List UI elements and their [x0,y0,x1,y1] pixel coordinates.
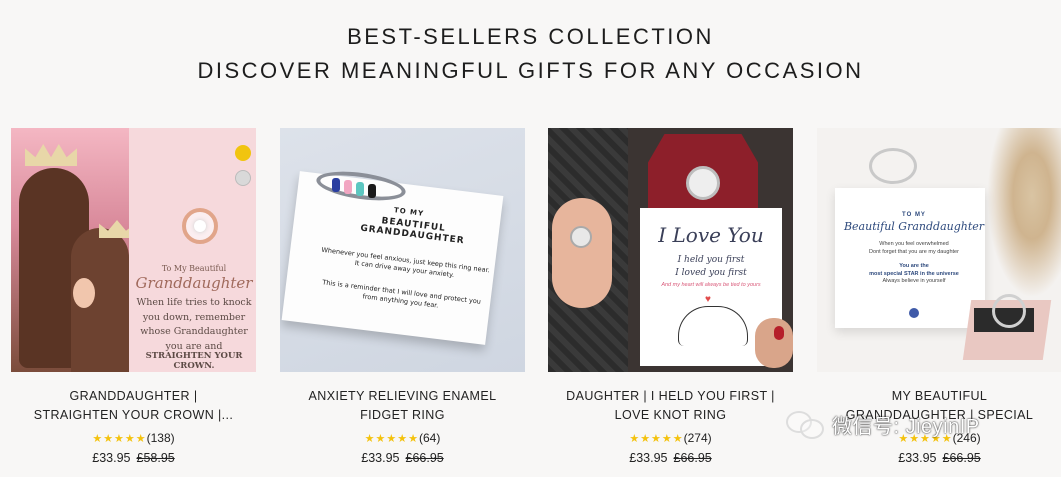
star-rating-icon: ★★★★★ [629,433,684,445]
review-count: (138) [146,431,175,445]
original-price: £66.95 [405,451,444,465]
product-price: £33.95 £66.95 [817,451,1061,465]
watermark-text: 微信号: JieyinIP [832,415,980,438]
original-price: £58.95 [136,451,175,465]
review-count: (274) [683,431,712,445]
pendant-gem [194,220,206,232]
product-card[interactable]: I Love You I held you first I loved you … [548,128,793,465]
image-caption-emphasis: You are the most special STAR in the uni… [869,263,959,277]
color-swatch-gold[interactable] [235,145,251,161]
section-subheading: DISCOVER MEANINGFUL GIFTS FOR ANY OCCASI… [197,58,864,83]
planet-icon [909,308,919,318]
ring-bead [368,184,376,198]
pampas-grass-decoration [987,128,1061,298]
hand-illustration [755,318,793,368]
product-image[interactable]: TO MY Beautiful Granddaughter When you f… [817,128,1061,372]
color-swatch-silver[interactable] [235,170,251,186]
product-price: £33.95 £66.95 [548,451,793,465]
image-caption-body: When you feel overwhelmed Dont forget th… [869,241,959,255]
sale-price: £33.95 [92,451,131,465]
star-rating-icon: ★★★★★ [92,433,147,445]
product-price: £33.95 £66.95 [280,451,525,465]
product-image[interactable]: To My Beautiful Granddaughter When life … [11,128,256,372]
product-rating: ★★★★★(138) [11,431,256,445]
ring-bead [344,180,352,194]
section-heading: BEST-SELLERS COLLECTION [347,24,714,49]
product-rating: ★★★★★(64) [280,431,525,445]
heart-icon: ♥ [705,294,711,305]
image-caption-name: Granddaughter [135,274,253,292]
ring-icon [686,166,720,200]
image-caption-body: When life tries to knock you down, remem… [136,297,252,352]
sale-price: £33.95 [361,451,400,465]
original-price: £66.95 [942,451,981,465]
product-price: £33.95 £58.95 [11,451,256,465]
hand-illustration [552,198,612,308]
image-caption-emphasis: STRAIGHTEN YOUR CROWN. [145,351,243,371]
ring-bead [356,182,364,196]
image-caption-small: And my heart will always be tied to your… [661,282,761,288]
sale-price: £33.95 [629,451,668,465]
original-price: £66.95 [673,451,712,465]
product-title[interactable]: ANXIETY RELIEVING ENAMEL FIDGET RING [280,387,525,425]
image-caption-small: To My Beautiful [161,264,227,273]
image-caption-footer: Always believe in yourself [882,278,946,284]
image-caption-body: I held you first I loved you first [675,255,747,278]
ring-icon [570,226,592,248]
ring-bead [332,178,340,192]
wechat-logo-icon [786,409,826,439]
image-caption-headline: I Love You [658,223,764,247]
product-card[interactable]: TO MY BEAUTIFUL GRANDDAUGHTER Whenever y… [280,128,525,465]
message-card [835,188,985,328]
star-rating-icon: ★★★★★ [364,433,419,445]
illustration-face [73,278,95,308]
review-count: (64) [418,431,441,445]
product-image[interactable]: TO MY BEAUTIFUL GRANDDAUGHTER Whenever y… [280,128,525,372]
product-title[interactable]: DAUGHTER | I HELD YOU FIRST | LOVE KNOT … [548,387,793,425]
product-rating: ★★★★★(274) [548,431,793,445]
nail-detail [774,326,784,340]
product-title[interactable]: GRANDDAUGHTER | STRAIGHTEN YOUR CROWN |.… [11,387,256,425]
sale-price: £33.95 [898,451,937,465]
product-card[interactable]: To My Beautiful Granddaughter When life … [11,128,256,465]
image-caption-small: TO MY [902,212,926,218]
ring-icon [992,294,1026,328]
watermark: 微信号: JieyinIP [786,406,980,442]
product-image[interactable]: I Love You I held you first I loved you … [548,128,793,372]
ring-icon [869,148,917,184]
image-caption-name: Beautiful Granddaughter [843,220,985,233]
